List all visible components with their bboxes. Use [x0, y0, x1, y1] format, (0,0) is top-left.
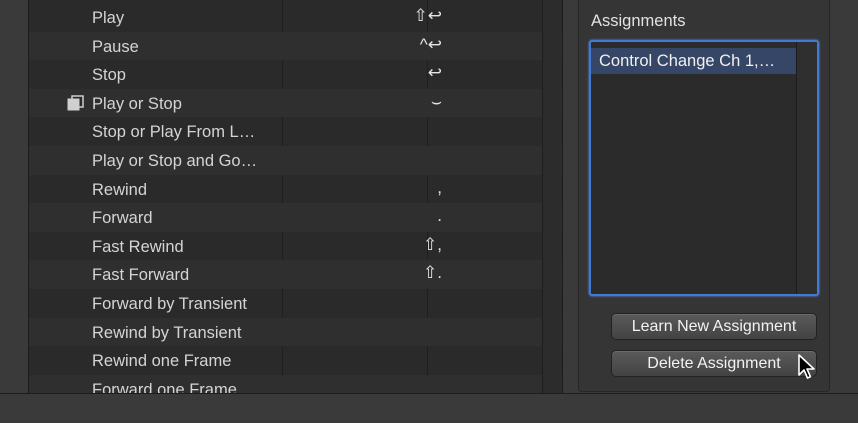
command-shortcut: .: [437, 206, 442, 226]
command-row[interactable]: Play or Stop and Go…: [29, 146, 562, 175]
command-label: Rewind by Transient: [92, 323, 242, 342]
command-label: Stop: [92, 66, 126, 85]
command-label: Pause: [92, 37, 139, 56]
command-row[interactable]: Forward by Transient: [29, 289, 562, 318]
command-shortcut: ⇧↩: [413, 6, 443, 25]
command-label: Rewind one Frame: [92, 352, 232, 371]
command-row[interactable]: Play or Stop ⌣: [29, 88, 562, 118]
key-commands-list[interactable]: Play ⇧↩ Pause ^↩ Stop ↩ Play or Stop ⌣ Stop or P…: [28, 0, 563, 393]
command-shortcut: ,: [437, 177, 442, 197]
command-row[interactable]: Stop or Play From L…: [29, 117, 562, 146]
command-row[interactable]: Stop ↩: [29, 60, 562, 89]
command-label: Forward by Transient: [92, 295, 247, 313]
command-shortcut: ⇧.: [423, 263, 442, 283]
command-row[interactable]: Rewind one Frame: [29, 346, 562, 375]
command-shortcut: ^↩: [419, 34, 442, 54]
arrow-cursor-icon: [798, 354, 815, 379]
command-label: Stop or Play From L…: [92, 123, 256, 142]
stacked-pages-icon: [67, 95, 84, 111]
delete-assignment-button[interactable]: Delete Assignment: [611, 350, 817, 377]
command-label: Play or Stop and Go…: [92, 152, 258, 170]
assignments-panel: Assignments Control Change Ch 1,… Learn …: [578, 0, 830, 392]
learn-new-assignment-button[interactable]: Learn New Assignment: [611, 313, 817, 340]
command-shortcut: ⇧,: [423, 234, 442, 254]
assignments-list[interactable]: Control Change Ch 1,…: [589, 40, 819, 296]
command-row[interactable]: Forward.: [29, 203, 562, 232]
command-label: Play or Stop: [92, 94, 182, 113]
command-label: Forward one Frame: [92, 380, 237, 393]
command-label: Forward: [92, 209, 153, 228]
assignment-item[interactable]: Control Change Ch 1,…: [591, 48, 797, 74]
command-row[interactable]: Forward one Frame: [29, 374, 562, 393]
command-label: Fast Forward: [92, 266, 190, 285]
command-shortcut: ↩: [427, 63, 442, 83]
command-row[interactable]: Rewind,: [29, 175, 562, 204]
assignments-scrollbar[interactable]: [796, 42, 817, 294]
command-label: Play: [92, 9, 125, 27]
command-label: Fast Rewind: [92, 237, 184, 256]
command-row[interactable]: Pause ^↩: [29, 31, 562, 61]
command-row[interactable]: Play ⇧↩: [29, 3, 562, 32]
command-label: Rewind: [92, 180, 148, 199]
command-row[interactable]: Fast Rewind ⇧,: [29, 232, 562, 261]
assignment-item-label: Control Change Ch 1,…: [599, 52, 776, 70]
bottom-bar: [0, 393, 858, 423]
command-row[interactable]: Rewind by Transient: [29, 317, 562, 347]
command-row[interactable]: Fast Forward ⇧.: [29, 260, 562, 289]
assignments-title: Assignments: [591, 12, 686, 30]
command-shortcut: ⌣: [430, 91, 442, 111]
list-scrollbar[interactable]: [542, 0, 561, 393]
